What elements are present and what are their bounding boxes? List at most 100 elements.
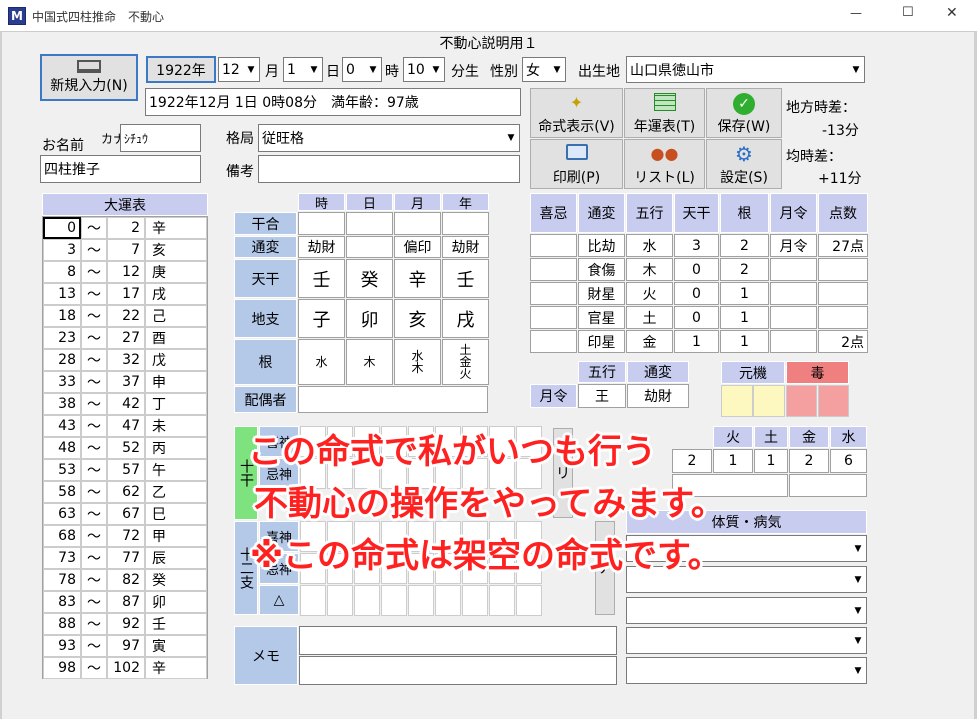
daiun-tilde-text: ～ <box>87 221 101 237</box>
grid-cell[interactable] <box>462 585 488 616</box>
daiun-start[interactable]: 0 <box>43 217 81 239</box>
memo-input-2[interactable] <box>299 656 617 685</box>
year-button[interactable]: 1922年 <box>146 56 216 83</box>
genki-cell-2[interactable] <box>753 385 785 417</box>
pillar-col-header: 月 <box>394 193 441 212</box>
daiun-stem: 寅 <box>145 635 207 657</box>
taishitsu-select-5[interactable]: ▼ <box>626 657 867 684</box>
name-input[interactable]: 四柱推子 <box>40 155 201 183</box>
daiun-stem: 甲 <box>145 525 207 547</box>
pillar-row-label: 干合 <box>234 212 297 235</box>
pillar-row-label: 地支 <box>234 299 297 338</box>
settings-button[interactable]: ⚙ 設定(S) <box>706 139 782 189</box>
new-input-button[interactable]: 新規入力(N) <box>40 54 138 101</box>
users-icon: ●● <box>650 144 679 163</box>
gender-label: 性別 <box>490 64 518 80</box>
daiun-start: 58 <box>43 481 81 503</box>
hour-select[interactable]: 0 ▼ <box>342 57 382 82</box>
close-button[interactable]: ✕ <box>946 5 958 21</box>
taishitsu-select-3[interactable]: ▼ <box>626 597 867 624</box>
taishitsu-select-4[interactable]: ▼ <box>626 627 867 654</box>
grid-cell[interactable] <box>354 585 380 616</box>
getsurei-tsuhen-header: 通変 <box>627 361 689 383</box>
doku-cell-2[interactable] <box>818 385 849 417</box>
maximize-button[interactable]: ☐ <box>902 5 914 20</box>
daiun-stem: 辛 <box>145 657 207 679</box>
daiun-start: 38 <box>43 393 81 415</box>
gogyo-cell: 2点 <box>818 330 868 353</box>
kakkyoku-select[interactable]: 従旺格 ▼ <box>258 124 520 152</box>
daiun-end: 82 <box>107 569 145 591</box>
gogyo-header-text: 天干 <box>682 206 711 222</box>
gender-select[interactable]: 女 ▼ <box>522 57 566 82</box>
grid-cell[interactable] <box>300 585 326 616</box>
daiun-tilde: ～ <box>81 217 107 239</box>
gogyo-cell[interactable] <box>530 330 577 353</box>
haigusha-label-text: 配偶者 <box>244 392 287 409</box>
minimize-button[interactable]: — <box>850 6 862 20</box>
day-unit: 日 <box>326 64 340 80</box>
gogyo-cell[interactable] <box>530 258 577 281</box>
daiun-start-text: 83 <box>58 594 76 610</box>
grid-cell[interactable] <box>408 585 434 616</box>
daiun-tilde: ～ <box>81 569 107 591</box>
grid-cell[interactable] <box>435 585 461 616</box>
doc-title-bar: 不動心説明用１ <box>0 31 977 53</box>
nenun-button[interactable]: 年運表(T) <box>624 88 705 138</box>
getsurei-gogyo-value: 王 <box>595 389 609 405</box>
daiun-stem: 酉 <box>145 327 207 349</box>
gogyo-cell[interactable] <box>530 306 577 329</box>
kakkyoku-label: 格局 <box>226 131 254 147</box>
kakkyoku-value: 従旺格 <box>262 131 304 147</box>
pillar-cell <box>346 212 393 235</box>
pillar-col-header: 日 <box>346 193 393 212</box>
gogyo-cell: 0 <box>674 306 719 329</box>
daiun-end-text: 67 <box>122 506 140 522</box>
grid-cell[interactable] <box>516 585 542 616</box>
daiun-tilde-text: ～ <box>87 595 101 611</box>
grid-cell[interactable] <box>327 585 353 616</box>
right-value-text: 6 <box>844 453 853 469</box>
daiun-start-text: 58 <box>58 484 76 500</box>
right-gogyo-value-2: 2 <box>789 449 829 473</box>
list-button[interactable]: ●● リスト(L) <box>624 139 705 189</box>
gogyo-cell[interactable] <box>530 234 577 257</box>
daiun-end-text: 32 <box>122 352 140 368</box>
biko-input[interactable] <box>258 155 520 183</box>
save-button[interactable]: ✓ 保存(W) <box>706 88 782 138</box>
memo-input-1[interactable] <box>299 626 617 655</box>
gogyo-cell: 1 <box>720 282 769 305</box>
pillar-cell: 亥 <box>394 299 441 338</box>
pillar-cell <box>442 212 489 235</box>
daiun-stem: 亥 <box>145 239 207 261</box>
pillar-cell: 癸 <box>346 259 393 298</box>
print-button[interactable]: 印刷(P) <box>530 139 623 189</box>
gogyo-header-text: 点数 <box>829 206 857 222</box>
genki-cell-1[interactable] <box>721 385 753 417</box>
window-title: 中国式四柱推命 不動心 <box>32 10 165 24</box>
daiun-start-text: 18 <box>58 308 76 324</box>
dropdown-arrow-icon: ▼ <box>854 574 862 585</box>
pillar-cell: 劫財 <box>442 236 489 258</box>
grid-cell[interactable] <box>381 585 407 616</box>
gogyo-cell[interactable] <box>530 282 577 305</box>
daiun-start: 73 <box>43 547 81 569</box>
gogyo-header-text: 月令 <box>779 206 808 222</box>
month-select[interactable]: 12 ▼ <box>218 57 260 82</box>
right-gogyo-header-1: 土 <box>754 426 788 448</box>
daiun-start-text: 78 <box>58 572 76 588</box>
gogyo-cell-text: 0 <box>692 261 701 278</box>
pillar-cell: 水 <box>298 339 345 385</box>
pillar-cell: 戌 <box>442 299 489 338</box>
minute-select[interactable]: 10 ▼ <box>403 57 445 82</box>
doku-cell-1[interactable] <box>786 385 817 417</box>
place-select[interactable]: 山口県徳山市 ▼ <box>626 56 865 83</box>
pillar-col-header-text: 月 <box>410 196 424 212</box>
daiun-start: 68 <box>43 525 81 547</box>
daiun-stem: 午 <box>145 459 207 481</box>
daiun-start-text: 0 <box>67 220 76 236</box>
grid-cell[interactable] <box>489 585 515 616</box>
day-select[interactable]: 1 ▼ <box>283 57 323 82</box>
kana-input[interactable]: ｼﾁｭｳ <box>120 124 201 152</box>
meishiki-button[interactable]: ✦ 命式表示(V) <box>530 88 623 138</box>
